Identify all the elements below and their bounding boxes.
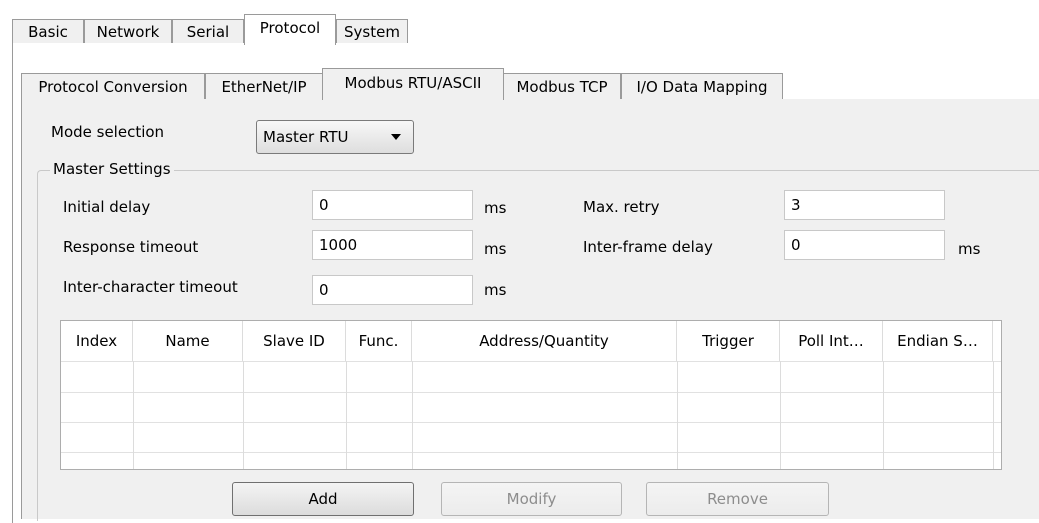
tab-modbus-tcp[interactable]: Modbus TCP: [503, 73, 621, 99]
max-retry-label: Max. retry: [583, 198, 660, 216]
row-divider: [61, 392, 1001, 393]
mode-selection-label: Mode selection: [51, 123, 165, 141]
main-tab-bar: Basic Network Serial Protocol System: [0, 0, 1039, 46]
column-divider: [346, 361, 347, 469]
column-header-slave-id[interactable]: Slave ID: [243, 321, 346, 361]
response-timeout-unit: ms: [484, 240, 507, 258]
inter-character-timeout-input[interactable]: 0: [312, 275, 473, 305]
response-timeout-input[interactable]: 1000: [312, 230, 473, 260]
column-header-func[interactable]: Func.: [346, 321, 412, 361]
column-header-poll-interval[interactable]: Poll Int…: [780, 321, 883, 361]
column-divider: [677, 361, 678, 469]
column-header-name[interactable]: Name: [133, 321, 243, 361]
column-header-index[interactable]: Index: [61, 321, 133, 361]
inter-character-timeout-unit: ms: [484, 281, 507, 299]
add-button[interactable]: Add: [232, 482, 414, 516]
row-divider: [61, 452, 1001, 453]
column-divider: [243, 361, 244, 469]
column-header-address-quantity[interactable]: Address/Quantity: [412, 321, 677, 361]
tab-system[interactable]: System: [336, 19, 408, 43]
mode-selection-value: Master RTU: [263, 128, 349, 146]
inter-character-timeout-label: Inter-character timeout: [63, 278, 238, 296]
initial-delay-input[interactable]: 0: [312, 190, 473, 220]
tab-ethernet-ip[interactable]: EtherNet/IP: [205, 73, 323, 99]
modify-button[interactable]: Modify: [441, 482, 622, 516]
inter-frame-delay-label: Inter-frame delay: [583, 238, 713, 256]
remove-button[interactable]: Remove: [646, 482, 829, 516]
column-divider: [133, 361, 134, 469]
tab-serial[interactable]: Serial: [172, 19, 244, 43]
tab-io-data-mapping[interactable]: I/O Data Mapping: [621, 73, 783, 99]
inter-frame-delay-input[interactable]: 0: [784, 230, 945, 260]
tab-modbus-rtu-ascii[interactable]: Modbus RTU/ASCII: [322, 68, 504, 100]
chevron-down-icon: [391, 134, 401, 140]
column-divider: [993, 361, 994, 469]
column-divider: [780, 361, 781, 469]
header-divider: [61, 361, 1001, 362]
inter-frame-delay-unit: ms: [958, 240, 981, 258]
column-header-endian-swap[interactable]: Endian S…: [883, 321, 993, 361]
master-settings-title: Master Settings: [50, 160, 174, 178]
tab-protocol[interactable]: Protocol: [244, 14, 336, 45]
tab-protocol-conversion[interactable]: Protocol Conversion: [21, 73, 205, 99]
initial-delay-label: Initial delay: [63, 198, 151, 216]
initial-delay-unit: ms: [484, 199, 507, 217]
tab-network[interactable]: Network: [84, 19, 172, 43]
command-table[interactable]: Index Name Slave ID Func. Address/Quanti…: [60, 320, 1002, 470]
mode-selection-dropdown[interactable]: Master RTU: [256, 120, 414, 154]
response-timeout-label: Response timeout: [63, 238, 199, 256]
tab-basic[interactable]: Basic: [12, 19, 84, 43]
column-divider: [883, 361, 884, 469]
column-divider: [412, 361, 413, 469]
column-header-trigger[interactable]: Trigger: [677, 321, 780, 361]
max-retry-input[interactable]: 3: [784, 190, 945, 220]
row-divider: [61, 422, 1001, 423]
